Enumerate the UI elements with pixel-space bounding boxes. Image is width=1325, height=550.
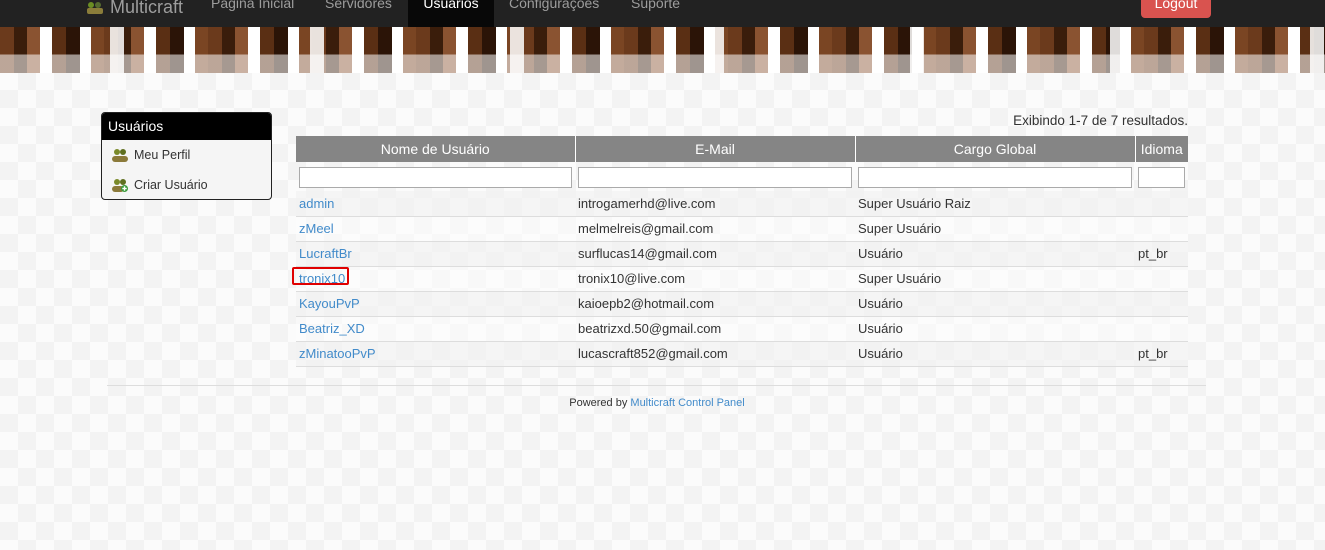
footer: Powered by Multicraft Control Panel [0,397,1314,409]
table-row: zMeel melmelreis@gmail.com Super Usuário [296,216,1188,242]
language-cell [1135,291,1188,317]
language-cell [1135,266,1188,292]
sidebar-item-criar-usuario[interactable]: Criar Usuário [102,170,271,199]
sidebar-menu: Usuários Meu Perfil Criar Usuário [101,112,272,200]
sidebar-item-label: Meu Perfil [134,148,191,162]
language-cell [1135,216,1188,242]
sidebar-item-meu-perfil[interactable]: Meu Perfil [102,140,271,170]
column-header-email[interactable]: E-Mail [575,136,856,162]
footer-link[interactable]: Multicraft Control Panel [630,397,744,409]
results-summary: Exibindo 1-7 de 7 resultados. [1013,113,1188,128]
username-link[interactable]: admin [299,196,334,211]
table-row: tronix10 tronix10@live.com Super Usuário [296,266,1188,292]
banner-overlay [0,27,1325,73]
username-link[interactable]: KayouPvP [299,296,360,311]
email-cell: tronix10@live.com [575,266,855,292]
username-link[interactable]: tronix10 [299,271,345,286]
footer-prefix: Powered by [569,397,628,409]
multicraft-logo-icon [87,2,103,14]
brand-name: Multicraft [110,0,184,17]
language-cell [1135,316,1188,342]
role-cell: Usuário [855,291,1135,317]
nav-item-usuarios[interactable]: Usuários [408,0,494,27]
table-row: admin introgamerhd@live.com Super Usuári… [296,191,1188,217]
email-cell: beatrizxd.50@gmail.com [575,316,855,342]
role-cell: Usuário [855,316,1135,342]
column-header-language[interactable]: Idioma [1135,136,1188,162]
nav-item-pagina-inicial[interactable]: Página Inicial [196,0,309,27]
column-header-username[interactable]: Nome de Usuário [296,136,576,162]
email-cell: melmelreis@gmail.com [575,216,855,242]
filter-role-input[interactable] [858,167,1132,188]
nav-item-configuracoes[interactable]: Configurações [494,0,614,27]
table-row: Beatriz_XD beatrizxd.50@gmail.com Usuári… [296,316,1188,342]
username-link[interactable]: Beatriz_XD [299,321,365,336]
role-cell: Super Usuário [855,216,1135,242]
filter-language-input[interactable] [1138,167,1185,188]
users-icon [112,149,128,162]
logout-button[interactable]: Logout [1141,0,1211,18]
filter-email-input[interactable] [578,167,852,188]
table-row: zMinatooPvP lucascraft852@gmail.com Usuá… [296,341,1188,367]
filter-username-input[interactable] [299,167,572,188]
role-cell: Super Usuário [855,266,1135,292]
role-cell: Super Usuário Raiz [855,191,1135,217]
top-navbar: Multicraft Página Inicial Servidores Usu… [0,0,1325,27]
users-table: Nome de Usuário E-Mail Cargo Global Idio… [296,136,1188,367]
language-cell: pt_br [1135,241,1188,267]
email-cell: kaioepb2@hotmail.com [575,291,855,317]
table-row: LucraftBr surflucas14@gmail.com Usuário … [296,241,1188,267]
email-cell: surflucas14@gmail.com [575,241,855,267]
email-cell: introgamerhd@live.com [575,191,855,217]
column-header-global-role[interactable]: Cargo Global [855,136,1136,162]
language-cell [1135,191,1188,217]
nav-item-servidores[interactable]: Servidores [310,0,407,27]
nav-item-suporte[interactable]: Suporte [616,0,695,27]
sidebar-item-label: Criar Usuário [134,178,208,192]
brand[interactable]: Multicraft [86,0,183,22]
username-link[interactable]: LucraftBr [299,246,352,261]
footer-divider [107,385,1206,386]
sidebar-title: Usuários [102,113,271,140]
username-link[interactable]: zMinatooPvP [299,346,376,361]
role-cell: Usuário [855,241,1135,267]
add-user-icon [112,179,128,192]
language-cell: pt_br [1135,341,1188,367]
role-cell: Usuário [855,341,1135,367]
username-link[interactable]: zMeel [299,221,334,236]
table-row: KayouPvP kaioepb2@hotmail.com Usuário [296,291,1188,317]
email-cell: lucascraft852@gmail.com [575,341,855,367]
